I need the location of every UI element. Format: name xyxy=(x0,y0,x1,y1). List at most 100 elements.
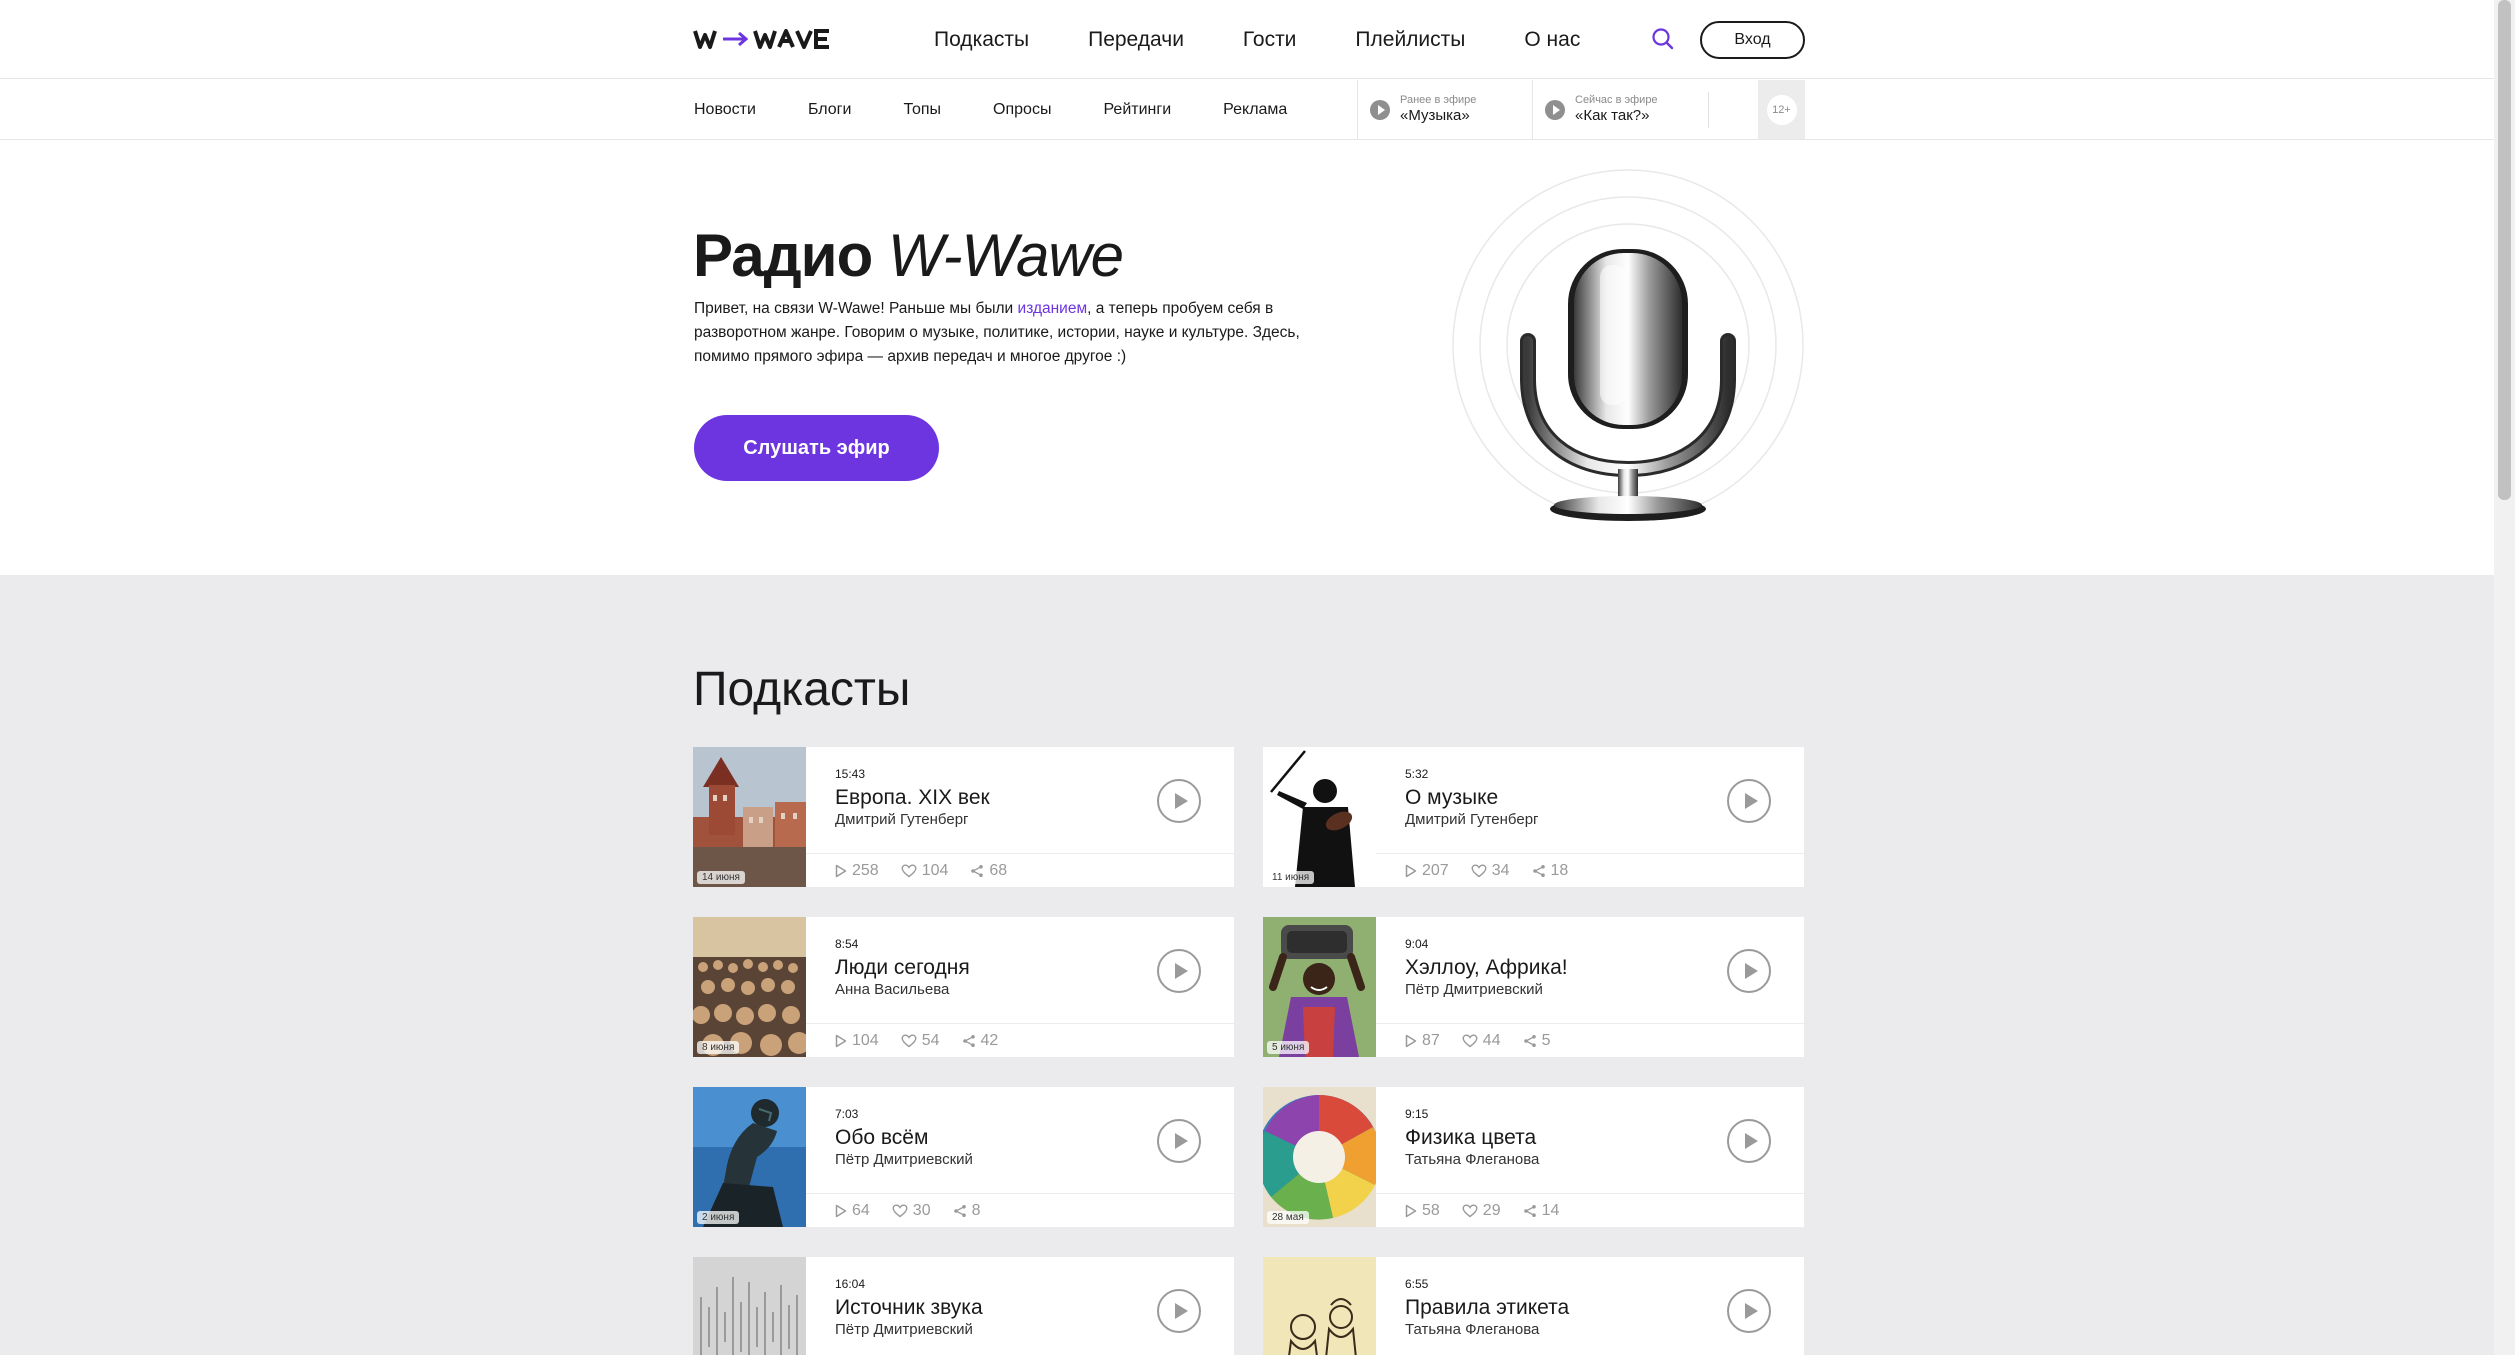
likes-count[interactable]: 44 xyxy=(1462,1032,1501,1050)
shares-count[interactable]: 68 xyxy=(970,862,1007,880)
nav-shows[interactable]: Передачи xyxy=(1088,28,1184,52)
subnav-blogs[interactable]: Блоги xyxy=(808,101,852,119)
likes-count[interactable]: 29 xyxy=(1462,1202,1501,1220)
microphone-illustration xyxy=(1452,169,1804,521)
podcast-thumbnail xyxy=(1263,1257,1376,1355)
previous-on-air[interactable]: Ранее в эфире «Музыка» xyxy=(1357,80,1476,139)
podcast-author[interactable]: Пётр Дмитриевский xyxy=(835,1321,973,1338)
divider xyxy=(1708,92,1709,128)
nav-playlists[interactable]: Плейлисты xyxy=(1355,28,1465,52)
podcast-duration: 6:55 xyxy=(1405,1277,1429,1291)
podcast-card[interactable]: 28 мая 9:15 Физика цвета Татьяна Флегано… xyxy=(1263,1087,1804,1227)
podcast-title[interactable]: Источник звука xyxy=(835,1296,983,1320)
play-icon[interactable] xyxy=(1157,1289,1201,1333)
podcast-stats: 64 30 8 xyxy=(806,1193,1234,1227)
sub-nav-bar: Новости Блоги Топы Опросы Рейтинги Рекла… xyxy=(0,80,2494,140)
share-icon xyxy=(1523,1204,1536,1217)
podcast-stats: 258 104 68 xyxy=(806,853,1234,887)
heart-icon xyxy=(1462,1203,1478,1217)
play-icon xyxy=(1405,864,1417,877)
nav-guests[interactable]: Гости xyxy=(1243,28,1297,52)
play-circle-icon xyxy=(1545,99,1565,120)
play-icon[interactable] xyxy=(1157,1119,1201,1163)
podcast-date: 11 июня xyxy=(1267,871,1315,884)
subnav-news[interactable]: Новости xyxy=(694,101,756,119)
podcast-date: 5 июня xyxy=(1267,1041,1310,1054)
podcast-author[interactable]: Анна Васильева xyxy=(835,981,949,998)
podcast-thumbnail: 5 июня xyxy=(1263,917,1376,1057)
shares-count[interactable]: 8 xyxy=(953,1202,981,1220)
play-icon[interactable] xyxy=(1727,949,1771,993)
play-icon xyxy=(835,1034,847,1047)
podcast-duration: 9:04 xyxy=(1405,937,1429,951)
podcast-title[interactable]: Европа. XIX век xyxy=(835,786,990,810)
podcast-author[interactable]: Татьяна Флеганова xyxy=(1405,1321,1539,1338)
podcast-title[interactable]: Хэллоу, Африка! xyxy=(1405,956,1568,980)
shares-count[interactable]: 18 xyxy=(1532,862,1568,880)
share-icon xyxy=(962,1034,975,1047)
play-icon[interactable] xyxy=(1727,779,1771,823)
subnav-ratings[interactable]: Рейтинги xyxy=(1103,101,1171,119)
podcast-author[interactable]: Дмитрий Гутенберг xyxy=(1405,811,1539,828)
play-icon[interactable] xyxy=(1727,1289,1771,1333)
podcast-title[interactable]: Обо всём xyxy=(835,1126,928,1150)
podcast-author[interactable]: Татьяна Флеганова xyxy=(1405,1151,1539,1168)
podcast-author[interactable]: Пётр Дмитриевский xyxy=(1405,981,1543,998)
podcast-card[interactable]: 11 июня 5:32 О музыке Дмитрий Гутенберг … xyxy=(1263,747,1804,887)
scrollbar-thumb[interactable] xyxy=(2498,0,2511,500)
podcast-card[interactable]: 14 июня 15:43 Европа. XIX век Дмитрий Гу… xyxy=(693,747,1234,887)
age-rating-badge: 12+ xyxy=(1766,94,1797,125)
shares-count[interactable]: 5 xyxy=(1523,1032,1551,1050)
podcast-stats: 104 54 42 xyxy=(806,1023,1234,1057)
podcast-title[interactable]: Физика цвета xyxy=(1405,1126,1536,1150)
shares-count[interactable]: 42 xyxy=(962,1032,998,1050)
podcast-thumbnail: 8 июня xyxy=(693,917,806,1057)
nav-podcasts[interactable]: Подкасты xyxy=(934,28,1029,52)
likes-count[interactable]: 34 xyxy=(1471,862,1510,880)
podcast-author[interactable]: Дмитрий Гутенберг xyxy=(835,811,969,828)
page-title: Радио W-Wawe xyxy=(693,222,1124,289)
podcast-date: 28 мая xyxy=(1267,1211,1309,1224)
share-icon xyxy=(1532,864,1545,877)
play-circle-icon xyxy=(1370,99,1390,120)
current-on-air[interactable]: Сейчас в эфире «Как так?» xyxy=(1532,80,1658,139)
shares-count[interactable]: 14 xyxy=(1523,1202,1559,1220)
heart-icon xyxy=(1471,863,1487,877)
heart-icon xyxy=(901,863,917,877)
podcast-thumbnail xyxy=(693,1257,806,1355)
likes-count[interactable]: 104 xyxy=(901,862,948,880)
play-icon[interactable] xyxy=(1727,1119,1771,1163)
podcast-title[interactable]: Правила этикета xyxy=(1405,1296,1569,1320)
podcast-card[interactable]: 2 июня 7:03 Обо всём Пётр Дмитриевский 6… xyxy=(693,1087,1234,1227)
likes-count[interactable]: 30 xyxy=(892,1202,931,1220)
play-icon[interactable] xyxy=(1157,949,1201,993)
subnav-ads[interactable]: Реклама xyxy=(1223,101,1287,119)
plays-count: 258 xyxy=(835,862,879,880)
podcast-title[interactable]: Люди сегодня xyxy=(835,956,970,980)
logo[interactable] xyxy=(693,24,855,54)
podcast-author[interactable]: Пётр Дмитриевский xyxy=(835,1151,973,1168)
page-scrollbar[interactable] xyxy=(2494,0,2515,1355)
site-header: Подкасты Передачи Гости Плейлисты О нас … xyxy=(0,0,2494,79)
podcast-thumbnail: 2 июня xyxy=(693,1087,806,1227)
podcast-title[interactable]: О музыке xyxy=(1405,786,1498,810)
podcast-card[interactable]: 8 июня 8:54 Люди сегодня Анна Васильева … xyxy=(693,917,1234,1057)
current-on-air-title: «Как так?» xyxy=(1575,107,1650,124)
podcast-card[interactable]: 16:04 Источник звука Пётр Дмитриевский xyxy=(693,1257,1234,1355)
play-icon[interactable] xyxy=(1157,779,1201,823)
subnav-tops[interactable]: Топы xyxy=(903,101,941,119)
w-wave-logo-icon xyxy=(693,29,829,49)
listen-live-button[interactable]: Слушать эфир xyxy=(694,415,939,481)
podcast-card[interactable]: 6:55 Правила этикета Татьяна Флеганова xyxy=(1263,1257,1804,1355)
podcast-date: 14 июня xyxy=(697,871,745,884)
nav-about[interactable]: О нас xyxy=(1524,28,1580,52)
likes-count[interactable]: 54 xyxy=(901,1032,940,1050)
subnav-polls[interactable]: Опросы xyxy=(993,101,1051,119)
search-icon[interactable] xyxy=(1651,27,1675,51)
edition-link[interactable]: изданием xyxy=(1018,300,1088,317)
sub-nav: Новости Блоги Топы Опросы Рейтинги Рекла… xyxy=(694,80,1287,139)
podcast-card[interactable]: 5 июня 9:04 Хэллоу, Африка! Пётр Дмитрие… xyxy=(1263,917,1804,1057)
heart-icon xyxy=(1462,1033,1478,1047)
podcasts-section: Подкасты 14 июня 15:43 Европа. XIX век Д… xyxy=(0,575,2494,1355)
login-button[interactable]: Вход xyxy=(1700,21,1805,59)
